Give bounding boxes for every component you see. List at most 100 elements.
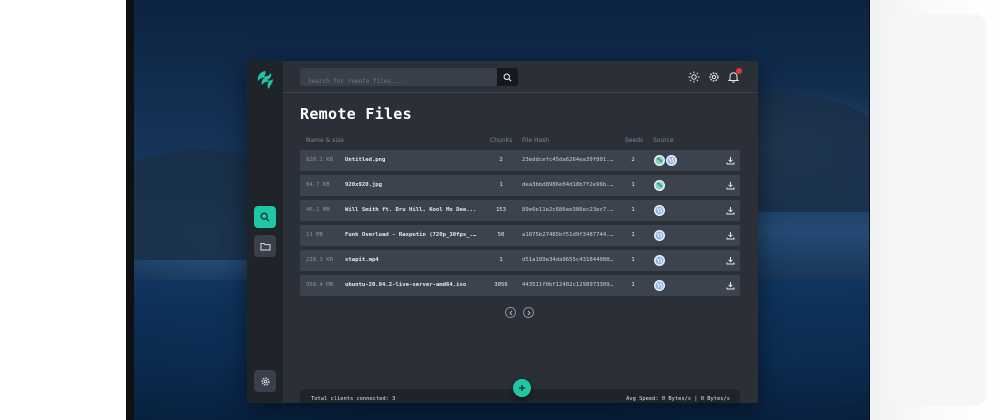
search-field (300, 68, 497, 91)
plus-icon (519, 385, 525, 391)
notification-badge (736, 68, 742, 74)
search-button[interactable] (497, 68, 518, 86)
download-icon (726, 207, 734, 215)
nav-files-button[interactable] (254, 235, 276, 257)
file-seeds: 1 (631, 182, 635, 188)
file-seeds: 2 (631, 157, 635, 163)
file-sources (654, 275, 694, 296)
table-row[interactable]: 84.7 KB 920x920.jpg 1 dea3bbd8986e04d18b7f2… (300, 175, 740, 196)
prev-page-button[interactable] (505, 307, 516, 318)
client-globe-icon (654, 280, 665, 291)
file-sources (654, 225, 694, 246)
download-button[interactable] (723, 250, 737, 271)
file-name: Untitled.png (345, 157, 386, 163)
settings-button[interactable] (707, 70, 720, 83)
file-chunks: 1 (499, 182, 503, 188)
file-sources (654, 200, 694, 221)
chevron-right-icon (527, 310, 531, 315)
client-globe-icon (666, 155, 677, 166)
file-sources (654, 150, 694, 171)
file-size: 228.3 KB (306, 257, 333, 263)
search-icon (503, 73, 512, 81)
download-icon (726, 282, 734, 290)
background-fade (870, 0, 1000, 420)
file-size: 958.4 MB (306, 282, 333, 288)
download-button[interactable] (723, 200, 737, 221)
download-button[interactable] (723, 225, 737, 246)
file-hash: a1075b27485bf51d9f3487744... (522, 232, 614, 238)
table-row[interactable]: 46.1 MB Will Smith ft. Dru Hill, Kool Mo … (300, 200, 740, 221)
column-header-seeds: Seeds (625, 137, 644, 144)
average-speed-text: Avg Speed: 0 Bytes/s | 0 Bytes/s (626, 396, 730, 402)
table-row[interactable]: 228.3 KB stapit.mp4 1 d51a189e34da9655c4318… (300, 250, 740, 271)
gear-icon (708, 71, 719, 82)
file-chunks: 1 (499, 257, 503, 263)
download-icon (726, 157, 734, 165)
notifications-button[interactable] (727, 68, 742, 83)
file-hash: 23eddcefc45da6264ea39f801... (522, 157, 614, 163)
column-header-source: Source (653, 137, 674, 144)
file-hash: 89e6e11e2c686ee386ec23ec7... (522, 207, 614, 213)
file-name: stapit.mp4 (345, 257, 379, 263)
app-logo (257, 71, 273, 89)
file-name: ubuntu-20.04.2-live-server-amd64.iso (345, 282, 467, 288)
download-button[interactable] (723, 275, 737, 296)
file-name: Will Smith ft. Dru Hill, Kool Mo Dee... (345, 207, 477, 213)
client-globe-icon (654, 205, 665, 216)
column-header-chunks: Chunks (490, 137, 513, 144)
file-size: 84.7 KB (306, 182, 330, 188)
file-seeds: 1 (631, 257, 635, 263)
file-chunks: 2 (499, 157, 503, 163)
gear-icon (260, 376, 270, 386)
file-seeds: 1 (631, 232, 635, 238)
background-card (894, 14, 986, 406)
file-hash: d51a189e34da9655c431844080... (522, 257, 614, 263)
file-chunks: 3056 (494, 282, 508, 288)
client-globe-icon (654, 255, 665, 266)
nav-search-button[interactable] (254, 206, 276, 228)
download-icon (726, 232, 734, 240)
clients-connected-text: Total clients connected: 3 (311, 396, 396, 402)
table-row[interactable]: 958.4 MB ubuntu-20.04.2-live-server-amd64… (300, 275, 740, 296)
file-size: 11 MB (306, 232, 323, 238)
add-file-button[interactable] (513, 379, 531, 397)
file-seeds: 1 (631, 207, 635, 213)
table-row[interactable]: 820.1 KB Untitled.png 2 23eddcefc45da6264ea… (300, 150, 740, 171)
search-icon (260, 212, 270, 222)
sidebar (247, 61, 283, 403)
theme-toggle-button[interactable] (687, 70, 700, 83)
download-icon (726, 257, 734, 265)
column-header-hash: File Hash (522, 137, 550, 144)
file-hash: dea3bbd8986e04d18b7f2e96b... (522, 182, 614, 188)
download-button[interactable] (723, 175, 737, 196)
download-icon (726, 182, 734, 190)
file-sources (654, 250, 694, 271)
file-table: 820.1 KB Untitled.png 2 23eddcefc45da6264ea… (300, 150, 740, 300)
download-button[interactable] (723, 150, 737, 171)
table-header: Name & size Chunks File Hash Seeds Sourc… (300, 137, 740, 147)
file-seeds: 1 (631, 282, 635, 288)
app-window: Remote Files Name & size Chunks File Has… (247, 61, 758, 403)
file-size: 820.1 KB (306, 157, 333, 163)
file-chunks: 50 (497, 232, 505, 238)
screenshot-stage: Remote Files Name & size Chunks File Has… (0, 0, 1000, 420)
file-sources (654, 175, 694, 196)
file-name: 920x920.jpg (345, 182, 383, 188)
sun-icon (688, 71, 699, 82)
column-header-name: Name & size (306, 137, 344, 144)
file-chunks: 153 (495, 207, 507, 213)
search-input[interactable] (300, 72, 475, 91)
file-hash: 443511f0bf12482c1298973309... (522, 282, 614, 288)
file-name: Funk Overload - Rasputin (720p_30fps_... (345, 232, 477, 238)
file-size: 46.1 MB (306, 207, 330, 213)
pagination (505, 307, 534, 318)
folder-icon (260, 242, 270, 250)
page-title: Remote Files (300, 105, 412, 123)
chevron-left-icon (508, 310, 512, 315)
table-row[interactable]: 11 MB Funk Overload - Rasputin (720p_30fp… (300, 225, 740, 246)
next-page-button[interactable] (523, 307, 534, 318)
top-bar (283, 61, 758, 93)
nav-settings-button[interactable] (254, 370, 276, 392)
seed-globe-icon (654, 155, 665, 166)
seed-globe-icon (654, 180, 665, 191)
